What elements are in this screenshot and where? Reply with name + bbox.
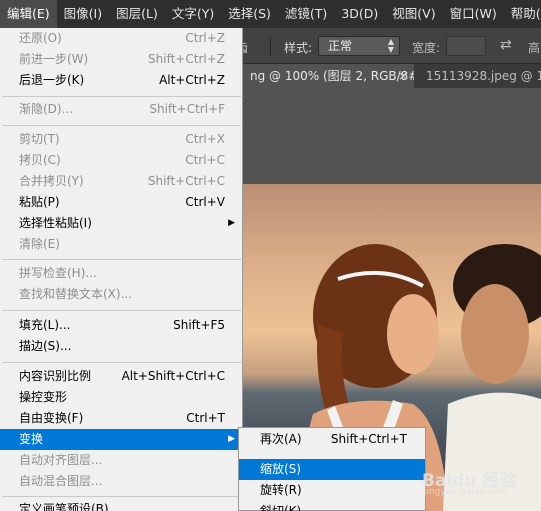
menu-separator xyxy=(2,362,241,363)
menu-3d[interactable]: 3D(D) xyxy=(334,0,385,28)
height-label-fragment: 高 xyxy=(528,41,541,55)
style-label: 样式: xyxy=(284,41,313,55)
menu-item-shortcut: Ctrl+C xyxy=(185,153,225,167)
menu-item-label: 查找和替换文本(X)... xyxy=(19,287,133,301)
menu-item-puppet-warp[interactable]: 操控变形 xyxy=(0,387,243,408)
watermark-url: jingyan.baidu.com xyxy=(424,487,508,497)
tab-title: 15113928.jpeg @ 10 xyxy=(426,69,541,83)
menu-type[interactable]: 文字(Y) xyxy=(165,0,221,28)
menu-item-label: 自动混合图层... xyxy=(19,474,103,488)
menu-item-copy-merged[interactable]: 合并拷贝(Y) Shift+Ctrl+C xyxy=(0,171,243,192)
menu-item-shortcut: Shift+Ctrl+Z xyxy=(148,52,225,66)
menu-separator xyxy=(2,496,241,497)
menu-item-paste[interactable]: 粘贴(P) Ctrl+V xyxy=(0,192,243,213)
menu-item-label: 自由变换(F) xyxy=(19,411,84,425)
menu-item-shortcut: Shift+Ctrl+T xyxy=(330,432,407,446)
style-select-value: 正常 xyxy=(328,39,353,53)
style-select[interactable]: 正常 ▲ ▼ xyxy=(318,36,400,56)
menu-item-spell-check[interactable]: 拼写检查(H)... xyxy=(0,263,243,284)
menu-item-find-replace[interactable]: 查找和替换文本(X)... xyxy=(0,284,243,305)
menu-help[interactable]: 帮助(H xyxy=(504,0,541,28)
menu-item-label: 内容识别比例 xyxy=(19,369,92,383)
menu-item-auto-blend-layers[interactable]: 自动混合图层... xyxy=(0,471,243,492)
width-label: 宽度: xyxy=(412,41,441,55)
menu-item-shortcut: Shift+F5 xyxy=(173,318,225,332)
menu-item-auto-align-layers[interactable]: 自动对齐图层... xyxy=(0,450,243,471)
submenu-item-rotate[interactable]: 旋转(R) xyxy=(239,480,425,501)
menu-item-label: 剪切(T) xyxy=(19,132,60,146)
menu-item-transform[interactable]: 变换 ▶ xyxy=(0,429,243,450)
menu-item-fade[interactable]: 渐隐(D)... Shift+Ctrl+F xyxy=(0,99,243,120)
submenu-item-again[interactable]: 再次(A) Shift+Ctrl+T xyxy=(239,429,425,450)
menu-item-label: 变换 xyxy=(19,432,44,446)
menu-item-label: 合并拷贝(Y) xyxy=(19,174,84,188)
menu-view[interactable]: 视图(V) xyxy=(385,0,442,28)
menu-item-label: 缩放(S) xyxy=(260,462,301,476)
menu-item-label: 后退一步(K) xyxy=(19,73,85,87)
menu-item-fill[interactable]: 填充(L)... Shift+F5 xyxy=(0,315,243,336)
menu-item-label: 填充(L)... xyxy=(19,318,71,332)
menu-item-label: 自动对齐图层... xyxy=(19,453,103,467)
menu-layer[interactable]: 图层(L) xyxy=(109,0,165,28)
menu-select[interactable]: 选择(S) xyxy=(221,0,278,28)
menu-item-label: 渐隐(D)... xyxy=(19,102,74,116)
swap-arrows-icon[interactable]: ⇄ xyxy=(500,37,512,53)
menu-item-label: 旋转(R) xyxy=(260,483,302,497)
menu-item-shortcut: Ctrl+X xyxy=(185,132,225,146)
menu-item-step-forward[interactable]: 前进一步(W) Shift+Ctrl+Z xyxy=(0,49,243,70)
menu-item-shortcut: Ctrl+V xyxy=(185,195,225,209)
close-icon[interactable]: × xyxy=(398,64,408,88)
submenu-arrow-icon: ▶ xyxy=(228,218,235,228)
edit-menu-dropdown: 还原(O) Ctrl+Z 前进一步(W) Shift+Ctrl+Z 后退一步(K… xyxy=(0,28,243,511)
menu-filter[interactable]: 滤镜(T) xyxy=(278,0,334,28)
menu-item-define-brush[interactable]: 定义画笔预设(B)... xyxy=(0,499,243,511)
menu-item-cut[interactable]: 剪切(T) Ctrl+X xyxy=(0,129,243,150)
menu-edit[interactable]: 编辑(E) xyxy=(0,0,57,28)
menu-item-shortcut: Alt+Ctrl+Z xyxy=(159,73,225,87)
document-tab[interactable]: 15113928.jpeg @ 10 xyxy=(414,64,541,88)
menu-item-copy[interactable]: 拷贝(C) Ctrl+C xyxy=(0,150,243,171)
menu-item-label: 定义画笔预设(B)... xyxy=(19,502,121,511)
menu-item-shortcut: Ctrl+T xyxy=(186,411,225,425)
menu-item-label: 前进一步(W) xyxy=(19,52,89,66)
menu-item-shortcut: Alt+Shift+Ctrl+C xyxy=(121,369,225,383)
menu-item-undo[interactable]: 还原(O) Ctrl+Z xyxy=(0,28,243,49)
menu-item-label: 还原(O) xyxy=(19,31,62,45)
menu-separator xyxy=(2,259,241,260)
menu-image[interactable]: 图像(I) xyxy=(57,0,109,28)
tab-title: ng @ 100% (图层 2, RGB/8#) * xyxy=(250,69,414,83)
submenu-item-scale[interactable]: 缩放(S) xyxy=(239,459,425,480)
menu-separator xyxy=(2,125,241,126)
menu-item-label: 清除(E) xyxy=(19,237,60,251)
menu-item-shortcut: Shift+Ctrl+C xyxy=(147,174,225,188)
menu-item-content-aware-scale[interactable]: 内容识别比例 Alt+Shift+Ctrl+C xyxy=(0,366,243,387)
menu-item-label: 拷贝(C) xyxy=(19,153,61,167)
menu-item-label: 拼写检查(H)... xyxy=(19,266,97,280)
menu-item-shortcut: Shift+Ctrl+F xyxy=(149,102,225,116)
menu-bar: 编辑(E) 图像(I) 图层(L) 文字(Y) 选择(S) 滤镜(T) 3D(D… xyxy=(0,0,541,28)
submenu-arrow-icon: ▶ xyxy=(228,434,235,444)
menu-item-paste-special[interactable]: 选择性粘贴(I) ▶ xyxy=(0,213,243,234)
menu-item-free-transform[interactable]: 自由变换(F) Ctrl+T xyxy=(0,408,243,429)
select-arrows-icon: ▲ ▼ xyxy=(387,37,394,54)
width-input[interactable] xyxy=(446,36,486,56)
transform-submenu: 再次(A) Shift+Ctrl+T 缩放(S) 旋转(R) 斜切(K) xyxy=(238,427,426,511)
menu-item-label: 斜切(K) xyxy=(260,504,302,511)
menu-item-shortcut: Ctrl+Z xyxy=(185,31,225,45)
menu-item-label: 选择性粘贴(I) xyxy=(19,216,92,230)
menu-item-label: 粘贴(P) xyxy=(19,195,60,209)
menu-separator xyxy=(2,310,241,311)
submenu-item-skew[interactable]: 斜切(K) xyxy=(239,501,425,511)
options-divider xyxy=(270,36,271,56)
menu-window[interactable]: 窗口(W) xyxy=(443,0,504,28)
menu-item-label: 操控变形 xyxy=(19,390,68,404)
menu-item-label: 再次(A) xyxy=(260,432,302,446)
menu-separator xyxy=(2,96,241,97)
menu-item-stroke[interactable]: 描边(S)... xyxy=(0,336,243,357)
menu-item-label: 描边(S)... xyxy=(19,339,72,353)
menu-item-step-backward[interactable]: 后退一步(K) Alt+Ctrl+Z xyxy=(0,70,243,91)
menu-item-clear[interactable]: 清除(E) xyxy=(0,234,243,255)
